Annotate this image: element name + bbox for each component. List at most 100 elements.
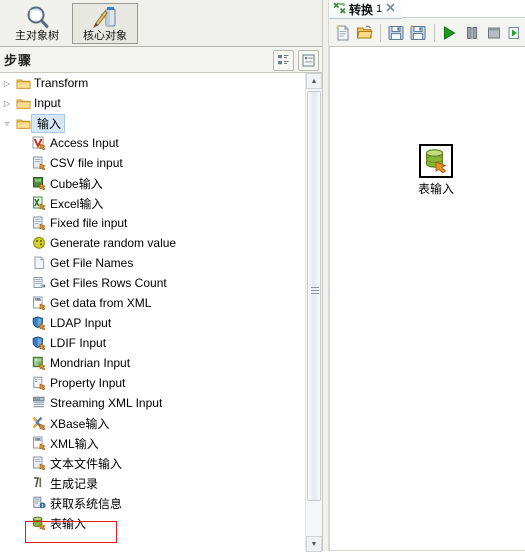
- scrollbar-grip: [311, 287, 319, 294]
- tree-step-label: 表输入: [50, 516, 87, 531]
- tree-step-label: Mondrian Input: [50, 356, 131, 370]
- toolbar-separator: [433, 23, 435, 42]
- tree-folder-label: 输入: [37, 116, 62, 131]
- tab-label: 转换: [349, 2, 374, 17]
- mondrian-input-icon: [30, 356, 48, 370]
- fixed-file-input-icon: [30, 216, 48, 230]
- generate-rows-icon: [30, 476, 48, 490]
- save-icon[interactable]: [386, 21, 406, 45]
- save-as-icon[interactable]: [408, 21, 428, 45]
- ldif-input-icon: [30, 336, 48, 350]
- tree-folder-transform[interactable]: ▷ Transform: [0, 73, 305, 93]
- tree-step-property-input[interactable]: Property Input: [0, 373, 305, 393]
- svg-text:XML: XML: [34, 397, 41, 401]
- tree-step-text-file-input[interactable]: 文本文件输入: [0, 453, 305, 473]
- canvas-step-label: 表输入: [418, 182, 455, 196]
- get-file-names-icon: [30, 256, 48, 270]
- csv-file-input-icon: [30, 156, 48, 170]
- chevron-down-icon[interactable]: ▿: [0, 119, 14, 128]
- tree-step-ldif-input[interactable]: LDIF Input: [0, 333, 305, 353]
- play-icon[interactable]: [439, 21, 459, 45]
- svg-text:XML: XML: [34, 438, 41, 442]
- tree-step-access-input[interactable]: Access Input: [0, 133, 305, 153]
- list-view-icon[interactable]: [298, 50, 319, 71]
- tree-step-csv-file-input[interactable]: CSV file input: [0, 153, 305, 173]
- tree-step-label: Access Input: [50, 136, 119, 150]
- tree-step-label: CSV file input: [50, 156, 123, 170]
- pause-icon[interactable]: [462, 21, 482, 45]
- cube-input-icon: [30, 176, 48, 190]
- tree-step-streaming-xml-input[interactable]: XML Streaming XML Input: [0, 393, 305, 413]
- tree-step-label: Fixed file input: [50, 216, 128, 230]
- close-icon[interactable]: [385, 2, 396, 16]
- tree-step-label: Excel输入: [50, 196, 104, 211]
- tree-step-get-files-rows-count[interactable]: Get Files Rows Count: [0, 273, 305, 293]
- tab-number: 1: [376, 3, 383, 15]
- tree-step-system-info[interactable]: 获取系统信息: [0, 493, 305, 513]
- preview-icon[interactable]: [506, 21, 525, 45]
- chevron-right-icon[interactable]: ▷: [0, 99, 14, 108]
- tree-step-ldap-input[interactable]: LDAP Input: [0, 313, 305, 333]
- ldap-input-icon: [30, 316, 48, 330]
- tree-step-xbase-input[interactable]: XBase输入: [0, 413, 305, 433]
- streaming-xml-icon: XML: [30, 396, 48, 410]
- tree-step-label: Streaming XML Input: [50, 396, 163, 410]
- random-value-icon: [30, 236, 48, 250]
- steps-tree-list: ▷ Transform ▷ Input ▿ 输入 Access Input CS…: [0, 73, 305, 533]
- new-file-icon[interactable]: [333, 21, 353, 45]
- left-pane: 主对象树 核心对象 步骤 ▷ Transform ▷ Input ▿ 输入 Ac…: [0, 0, 322, 552]
- transformation-icon: [333, 1, 346, 17]
- tree-folder-label: Transform: [34, 76, 89, 90]
- tree-step-xml-input[interactable]: XML XML输入: [0, 433, 305, 453]
- editor-tabstrip: 转换 1: [329, 0, 525, 19]
- folder-icon: [14, 117, 32, 130]
- tree-step-label: Get data from XML: [50, 296, 152, 310]
- perspective-button-label: 主对象树: [15, 30, 59, 42]
- tree-step-label: Get Files Rows Count: [50, 276, 167, 290]
- tree-step-generate-random-value[interactable]: Generate random value: [0, 233, 305, 253]
- tree-step-fixed-file-input[interactable]: Fixed file input: [0, 213, 305, 233]
- tree-step-mondrian-input[interactable]: Mondrian Input: [0, 353, 305, 373]
- tree-step-label: Get File Names: [50, 256, 134, 270]
- tree-step-label: XML输入: [50, 436, 99, 451]
- get-data-xml-icon: XML: [30, 296, 48, 310]
- tree-step-label: 文本文件输入: [50, 456, 123, 471]
- tree-folder-shuru[interactable]: ▿ 输入: [0, 113, 305, 133]
- steps-tree: ▷ Transform ▷ Input ▿ 输入 Access Input CS…: [0, 73, 322, 552]
- transformation-canvas[interactable]: 表输入: [329, 47, 525, 551]
- tree-step-excel-input[interactable]: Excel输入: [0, 193, 305, 213]
- perspective-button-main-tree[interactable]: 主对象树: [4, 3, 70, 44]
- tree-step-get-file-names[interactable]: Get File Names: [0, 253, 305, 273]
- folder-icon: [14, 97, 32, 110]
- tree-step-table-input[interactable]: 表输入: [0, 513, 305, 533]
- perspective-button-core-objects[interactable]: 核心对象: [72, 3, 138, 44]
- steps-panel-title: 步骤: [4, 53, 33, 68]
- table-input-icon: [30, 516, 48, 530]
- xbase-input-icon: [30, 416, 48, 430]
- tree-step-generate-rows[interactable]: 生成记录: [0, 473, 305, 493]
- property-input-icon: [30, 376, 48, 390]
- stop-icon[interactable]: [484, 21, 504, 45]
- toolbar-separator: [380, 23, 382, 42]
- tab-transformation-1[interactable]: 转换 1: [329, 0, 403, 19]
- chevron-right-icon[interactable]: ▷: [0, 79, 14, 88]
- tree-step-label: Generate random value: [50, 236, 177, 250]
- tree-view-icon[interactable]: [273, 50, 294, 71]
- system-info-icon: [30, 496, 48, 510]
- scroll-down-button[interactable]: ▼: [306, 536, 322, 552]
- tree-folder-label: Input: [34, 96, 61, 110]
- canvas-step-table-input[interactable]: 表输入: [418, 144, 454, 197]
- xml-input-icon: XML: [30, 436, 48, 450]
- tree-step-label: 获取系统信息: [50, 496, 123, 511]
- open-folder-icon[interactable]: [355, 21, 375, 45]
- tree-step-get-data-from-xml[interactable]: XML Get data from XML: [0, 293, 305, 313]
- scrollbar-thumb[interactable]: [307, 91, 321, 501]
- tree-folder-input[interactable]: ▷ Input: [0, 93, 305, 113]
- tree-scrollbar[interactable]: ▲ ▼: [305, 73, 322, 552]
- tree-step-cube-input[interactable]: Cube输入: [0, 173, 305, 193]
- excel-input-icon: [30, 196, 48, 210]
- svg-text:XML: XML: [34, 298, 41, 302]
- paintbrush-icon: [92, 4, 118, 30]
- tree-step-label: LDIF Input: [50, 336, 107, 350]
- scroll-up-button[interactable]: ▲: [306, 73, 322, 89]
